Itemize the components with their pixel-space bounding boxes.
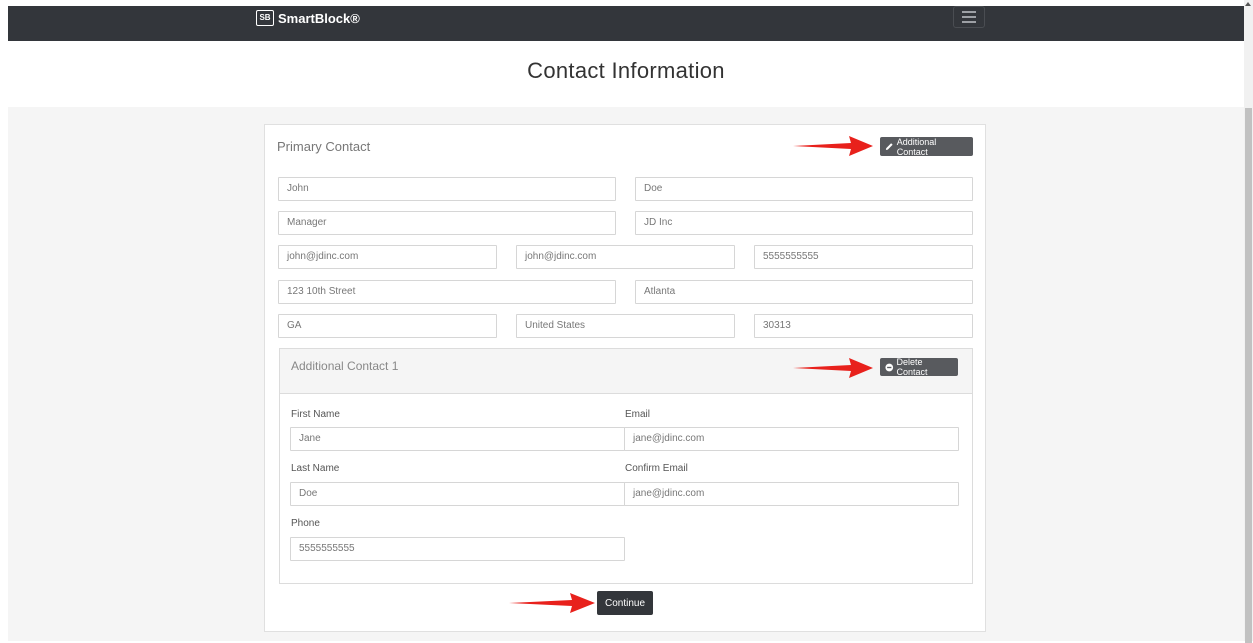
navbar bbox=[8, 6, 1244, 41]
zip-field[interactable]: 30313 bbox=[754, 314, 973, 338]
hamburger-menu-icon[interactable] bbox=[953, 6, 985, 28]
additional-last-name-field[interactable]: Doe bbox=[290, 482, 625, 506]
additional-confirm-email-field[interactable]: jane@jdinc.com bbox=[624, 482, 959, 506]
delete-contact-button[interactable]: Delete Contact bbox=[880, 357, 958, 377]
page-title: Contact Information bbox=[527, 58, 725, 83]
first-name-label: First Name bbox=[291, 409, 340, 420]
first-name-field[interactable]: John bbox=[278, 177, 616, 201]
scroll-thumb[interactable] bbox=[1245, 108, 1252, 643]
delete-contact-label: Delete Contact bbox=[896, 357, 928, 377]
additional-email-field[interactable]: jane@jdinc.com bbox=[624, 427, 959, 451]
confirm-email-field[interactable]: john@jdinc.com bbox=[516, 245, 735, 269]
last-name-label: Last Name bbox=[291, 463, 340, 474]
scroll-up-arrow-icon[interactable] bbox=[1245, 2, 1251, 6]
email-field[interactable]: john@jdinc.com bbox=[278, 245, 497, 269]
arrow-icon bbox=[509, 593, 595, 613]
city-field[interactable]: Atlanta bbox=[635, 280, 973, 304]
brand[interactable]: SB SmartBlock® bbox=[256, 9, 360, 27]
pencil-icon bbox=[885, 143, 893, 151]
minus-circle-icon bbox=[885, 363, 894, 371]
job-title-field[interactable]: Manager bbox=[278, 211, 616, 235]
arrow-icon bbox=[793, 358, 873, 378]
email-label: Email bbox=[625, 409, 651, 420]
phone-field[interactable]: 5555555555 bbox=[754, 245, 973, 269]
brand-name: SmartBlock® bbox=[278, 10, 360, 26]
company-field[interactable]: JD Inc bbox=[635, 211, 973, 235]
primary-contact-title: Primary Contact bbox=[277, 139, 371, 154]
continue-button[interactable]: Continue bbox=[597, 591, 653, 615]
state-field[interactable]: GA bbox=[278, 314, 497, 338]
additional-first-name-field[interactable]: Jane bbox=[290, 427, 625, 451]
country-field[interactable]: United States bbox=[516, 314, 735, 338]
phone-label: Phone bbox=[291, 518, 320, 529]
additional-contact-label: Additional Contact bbox=[896, 136, 937, 157]
arrow-icon bbox=[793, 136, 873, 156]
additional-contact-button[interactable]: Additional Contact bbox=[880, 136, 973, 157]
brand-logo-icon: SB bbox=[256, 10, 274, 26]
last-name-field[interactable]: Doe bbox=[635, 177, 973, 201]
additional-phone-field[interactable]: 5555555555 bbox=[290, 537, 625, 561]
additional-contact-title: Additional Contact 1 bbox=[291, 359, 399, 373]
address-field[interactable]: 123 10th Street bbox=[278, 280, 616, 304]
confirm-email-label: Confirm Email bbox=[625, 463, 688, 474]
scrollbar[interactable] bbox=[1244, 0, 1253, 643]
